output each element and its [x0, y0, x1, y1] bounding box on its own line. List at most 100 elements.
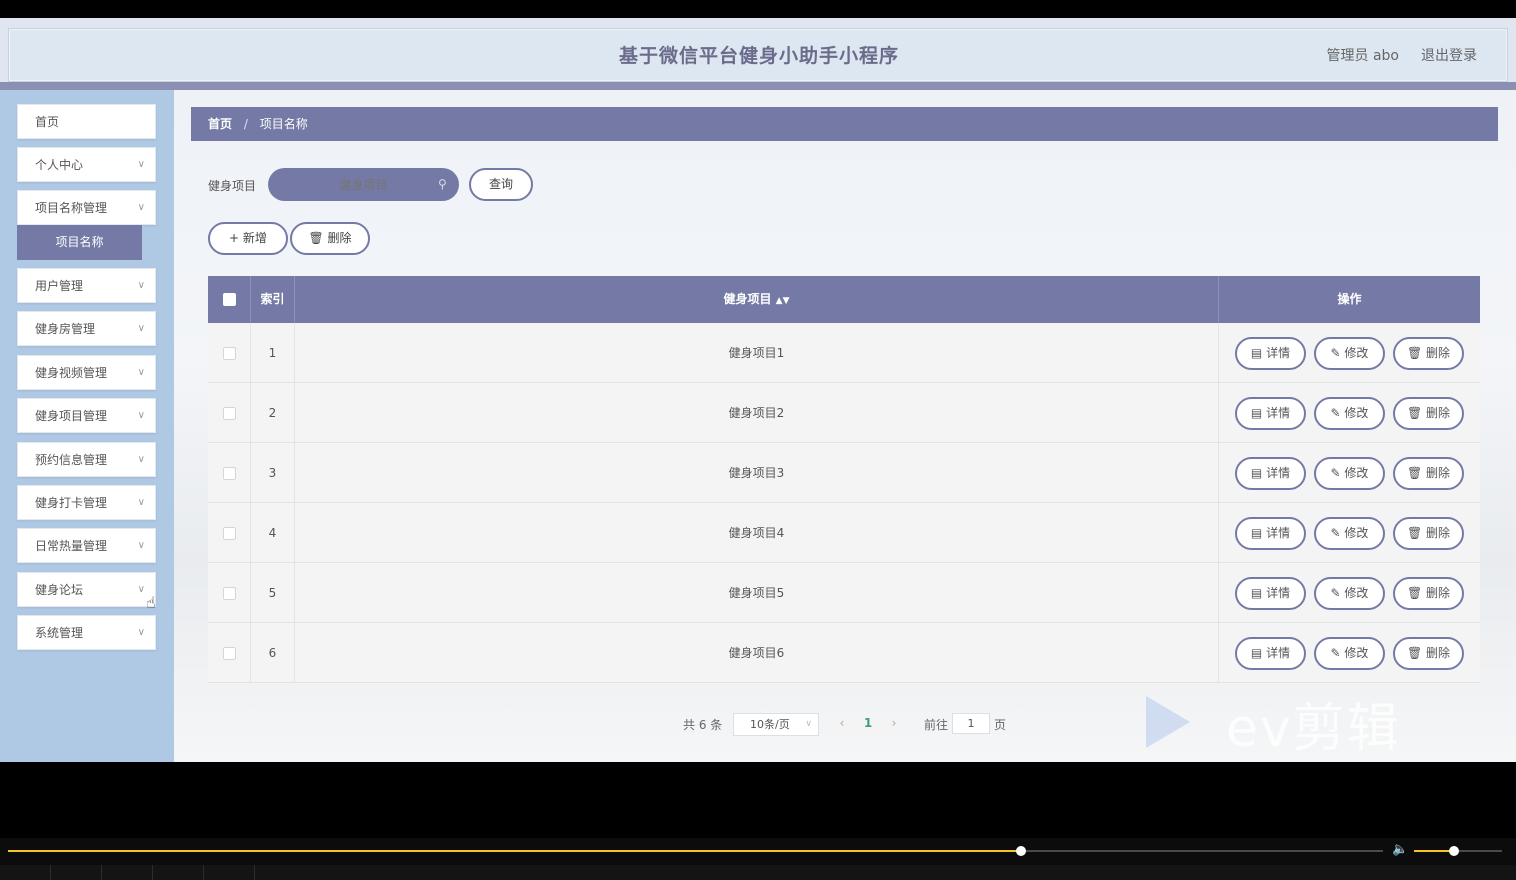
- detail-button[interactable]: ▤ 详情: [1235, 397, 1306, 430]
- row-checkbox[interactable]: [222, 587, 236, 600]
- row-index: 4: [251, 503, 295, 563]
- delete-button-label: 删除: [1426, 406, 1451, 420]
- page-size-select[interactable]: 10条/页 ∨: [733, 713, 819, 736]
- edit-button[interactable]: ✎ 修改: [1314, 337, 1385, 370]
- row-checkbox[interactable]: [222, 467, 236, 480]
- progress-handle[interactable]: [1016, 846, 1027, 856]
- mouse-pointer-icon: ☝: [146, 593, 156, 612]
- sidebar-item-video-management[interactable]: 健身视频管理 ∨: [17, 355, 156, 390]
- pencil-icon: ✎: [1330, 346, 1345, 360]
- volume-icon[interactable]: 🔈: [1392, 842, 1408, 857]
- row-checkbox[interactable]: [222, 647, 236, 660]
- volume-handle[interactable]: [1448, 846, 1459, 856]
- row-checkbox-cell[interactable]: [208, 323, 251, 383]
- column-header-project[interactable]: 健身项目 ▲▼: [295, 276, 1219, 323]
- sidebar-item-user-management[interactable]: 用户管理 ∨: [17, 268, 156, 303]
- goto-label: 前往: [924, 718, 949, 732]
- prev-page-button[interactable]: ‹: [832, 713, 852, 734]
- detail-button[interactable]: ▤ 详情: [1235, 457, 1306, 490]
- page-size-value: 10条/页: [750, 718, 790, 731]
- breadcrumb: 首页 / 项目名称: [191, 107, 1498, 141]
- edit-button[interactable]: ✎ 修改: [1314, 577, 1385, 610]
- sidebar-item-label: 个人中心: [35, 158, 84, 172]
- edit-button[interactable]: ✎ 修改: [1314, 397, 1385, 430]
- sidebar-item-forum[interactable]: 健身论坛 ∨: [17, 572, 156, 607]
- sidebar-item-home[interactable]: 首页: [17, 104, 156, 139]
- plus-icon: +: [229, 231, 243, 245]
- table-row: 2 健身项目2 ▤ 详情 ✎ 修改 🗑 删除: [208, 383, 1480, 443]
- sidebar-item-label: 项目名称管理: [35, 201, 108, 215]
- trash-icon: 🗑: [1406, 586, 1427, 600]
- row-project-name: 健身项目3: [295, 443, 1219, 503]
- row-checkbox[interactable]: [222, 527, 236, 540]
- row-checkbox-cell[interactable]: [208, 443, 251, 503]
- row-checkbox-cell[interactable]: [208, 563, 251, 623]
- sidebar-item-fitness-project-management[interactable]: 健身项目管理 ∨: [17, 398, 156, 433]
- breadcrumb-home[interactable]: 首页: [208, 117, 232, 131]
- pencil-icon: ✎: [1330, 586, 1345, 600]
- sidebar-item-calorie-management[interactable]: 日常热量管理 ∨: [17, 528, 156, 563]
- page-number-current[interactable]: 1: [854, 713, 882, 734]
- delete-button-label: 删除: [1426, 646, 1451, 660]
- delete-button-label: 删除: [1426, 586, 1451, 600]
- column-header-index: 索引: [251, 276, 295, 323]
- row-project-name: 健身项目4: [295, 503, 1219, 563]
- row-project-name: 健身项目1: [295, 323, 1219, 383]
- select-all-checkbox[interactable]: [222, 293, 236, 306]
- batch-delete-button[interactable]: 🗑 删除: [290, 222, 370, 255]
- edit-button-label: 修改: [1344, 466, 1369, 480]
- edit-button-label: 修改: [1344, 526, 1369, 540]
- delete-button[interactable]: 🗑 删除: [1393, 397, 1464, 430]
- sort-icon[interactable]: ▲▼: [776, 296, 790, 306]
- goto-page-input[interactable]: [952, 713, 990, 734]
- detail-button[interactable]: ▤ 详情: [1235, 337, 1306, 370]
- chevron-down-icon: ∨: [137, 159, 145, 170]
- edit-button[interactable]: ✎ 修改: [1314, 637, 1385, 670]
- delete-button[interactable]: 🗑 删除: [1393, 637, 1464, 670]
- row-checkbox[interactable]: [222, 347, 236, 360]
- chevron-down-icon: ∨: [137, 627, 145, 638]
- pencil-icon: ✎: [1330, 406, 1345, 420]
- document-icon: ▤: [1250, 586, 1267, 600]
- goto-unit: 页: [994, 718, 1007, 732]
- chevron-down-icon: ∨: [137, 202, 145, 213]
- row-checkbox-cell[interactable]: [208, 623, 251, 683]
- row-index: 5: [251, 563, 295, 623]
- header-bar: 基于微信平台健身小助手小程序 管理员 abo 退出登录: [8, 28, 1508, 82]
- sidebar-item-gym-management[interactable]: 健身房管理 ∨: [17, 311, 156, 346]
- detail-button[interactable]: ▤ 详情: [1235, 517, 1306, 550]
- sidebar-item-checkin-management[interactable]: 健身打卡管理 ∨: [17, 485, 156, 520]
- delete-button[interactable]: 🗑 删除: [1393, 517, 1464, 550]
- detail-button[interactable]: ▤ 详情: [1235, 577, 1306, 610]
- sidebar-item-project-name-management[interactable]: 项目名称管理 ∨: [17, 190, 156, 225]
- volume-slider[interactable]: [1414, 846, 1502, 856]
- row-checkbox[interactable]: [222, 407, 236, 420]
- delete-button[interactable]: 🗑 删除: [1393, 577, 1464, 610]
- row-checkbox-cell[interactable]: [208, 503, 251, 563]
- trash-icon: 🗑: [1406, 466, 1427, 480]
- next-page-button[interactable]: ›: [884, 713, 904, 734]
- search-button[interactable]: 查询: [469, 168, 533, 201]
- delete-button[interactable]: 🗑 删除: [1393, 457, 1464, 490]
- row-checkbox-cell[interactable]: [208, 383, 251, 443]
- logout-link[interactable]: 退出登录: [1421, 29, 1477, 83]
- breadcrumb-separator: /: [243, 117, 248, 131]
- sidebar-subitem-project-name[interactable]: 项目名称: [17, 225, 142, 260]
- delete-button[interactable]: 🗑 删除: [1393, 337, 1464, 370]
- sidebar-item-booking-management[interactable]: 预约信息管理 ∨: [17, 442, 156, 477]
- sidebar-item-system-management[interactable]: 系统管理 ∨: [17, 615, 156, 650]
- chevron-left-icon: ‹: [839, 716, 845, 730]
- edit-button[interactable]: ✎ 修改: [1314, 457, 1385, 490]
- detail-button[interactable]: ▤ 详情: [1235, 637, 1306, 670]
- search-input[interactable]: [268, 168, 459, 201]
- add-button[interactable]: + 新增: [208, 222, 288, 255]
- pagination-total: 共 6 条: [683, 718, 723, 732]
- sidebar-item-profile[interactable]: 个人中心 ∨: [17, 147, 156, 182]
- row-index: 3: [251, 443, 295, 503]
- header-checkbox-cell[interactable]: [208, 276, 251, 323]
- edit-button[interactable]: ✎ 修改: [1314, 517, 1385, 550]
- document-icon: ▤: [1250, 646, 1267, 660]
- header: 基于微信平台健身小助手小程序 管理员 abo 退出登录: [0, 18, 1516, 90]
- pencil-icon: ✎: [1330, 466, 1345, 480]
- progress-bar[interactable]: [8, 846, 1383, 856]
